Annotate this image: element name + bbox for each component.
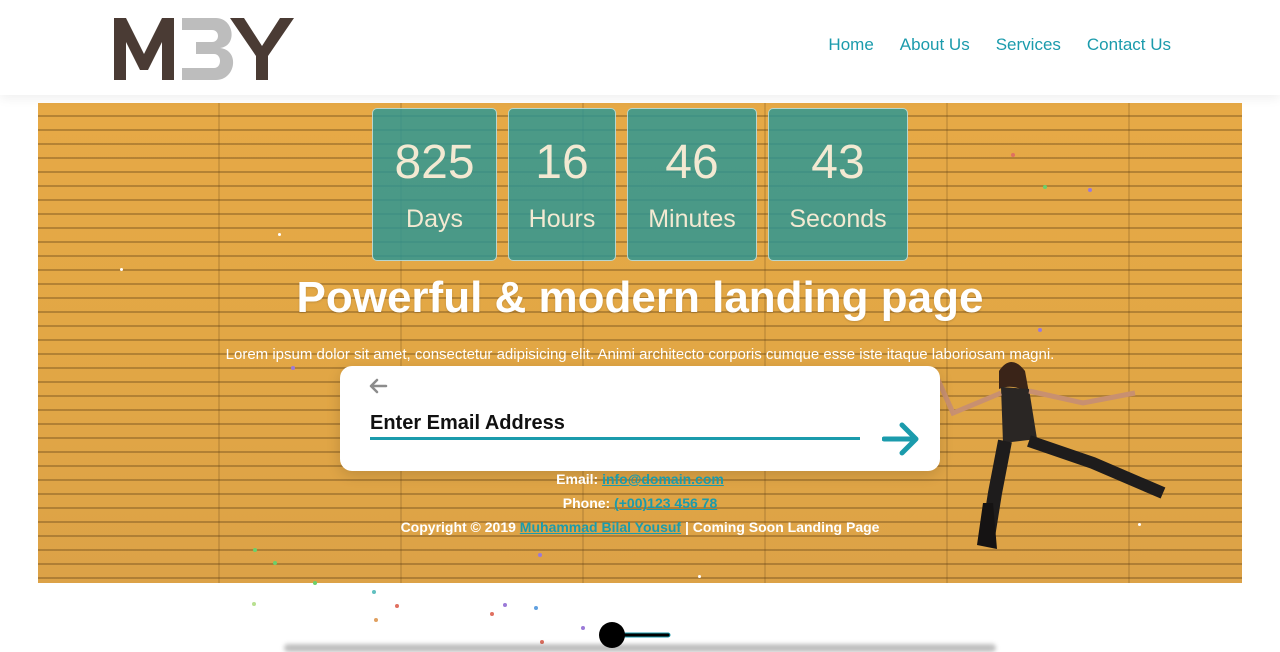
particle: [252, 602, 256, 606]
particle: [503, 603, 507, 607]
particle: [534, 606, 538, 610]
nav-about-us[interactable]: About Us: [900, 35, 970, 55]
particle: [278, 233, 281, 236]
days-value: 825: [394, 136, 475, 189]
minutes-label: Minutes: [648, 205, 736, 233]
particle: [372, 590, 376, 594]
contact-phone: Phone: (+00)123 456 78: [38, 495, 1242, 511]
particle: [698, 575, 701, 578]
hero-section: 825 Days 16 Hours 46 Minutes 43 Seconds …: [38, 103, 1242, 583]
nav-contact-us[interactable]: Contact Us: [1087, 35, 1171, 55]
particle: [313, 581, 317, 585]
particle: [1088, 188, 1092, 192]
countdown-days: 825 Days: [372, 108, 497, 261]
hours-value: 16: [535, 136, 589, 189]
particle: [490, 612, 494, 616]
email-input[interactable]: [370, 410, 860, 440]
minutes-value: 46: [665, 136, 719, 189]
contact-email: Email: info@domain.com: [38, 471, 1242, 487]
countdown-seconds: 43 Seconds: [768, 108, 908, 261]
nav-services[interactable]: Services: [996, 35, 1061, 55]
hero-headline: Powerful & modern landing page: [296, 273, 984, 322]
countdown-hours: 16 Hours: [508, 108, 616, 261]
particle: [120, 268, 123, 271]
submit-arrow-icon[interactable]: [882, 421, 922, 457]
hero-subtext: Lorem ipsum dolor sit amet, consectetur …: [225, 346, 1055, 363]
particle: [395, 604, 399, 608]
particle: [538, 553, 542, 557]
phone-label: Phone:: [562, 495, 611, 511]
copyright-suffix: | Coming Soon Landing Page: [684, 519, 880, 535]
copyright: Copyright © 2019 Muhammad Bilal Yousuf |…: [38, 519, 1242, 535]
back-arrow-icon[interactable]: [368, 374, 388, 398]
slider-toggle[interactable]: [598, 622, 672, 648]
particle: [1011, 153, 1015, 157]
main-nav: Home About Us Services Contact Us: [828, 35, 1171, 55]
author-link[interactable]: Muhammad Bilal Yousuf: [520, 519, 681, 535]
particle: [1138, 523, 1141, 526]
nav-home[interactable]: Home: [828, 35, 873, 55]
particle: [253, 548, 257, 552]
mby-logo[interactable]: [112, 14, 294, 82]
particle: [374, 618, 378, 622]
countdown-timer: 825 Days 16 Hours 46 Minutes 43 Seconds: [38, 108, 1242, 261]
countdown-minutes: 46 Minutes: [627, 108, 757, 261]
email-link[interactable]: info@domain.com: [602, 471, 724, 487]
seconds-label: Seconds: [789, 205, 887, 233]
slider-knob[interactable]: [599, 622, 625, 648]
particle: [1038, 328, 1042, 332]
days-label: Days: [406, 205, 463, 233]
seconds-value: 43: [811, 136, 865, 189]
particle: [1043, 185, 1047, 189]
particle: [273, 561, 277, 565]
hours-label: Hours: [528, 205, 596, 233]
particle: [291, 366, 295, 370]
copyright-prefix: Copyright © 2019: [400, 519, 516, 535]
site-header: Home About Us Services Contact Us: [0, 0, 1280, 95]
particle: [581, 626, 585, 630]
email-label: Email:: [556, 471, 599, 487]
subscribe-card: [340, 366, 940, 471]
phone-link[interactable]: (+00)123 456 78: [614, 495, 717, 511]
